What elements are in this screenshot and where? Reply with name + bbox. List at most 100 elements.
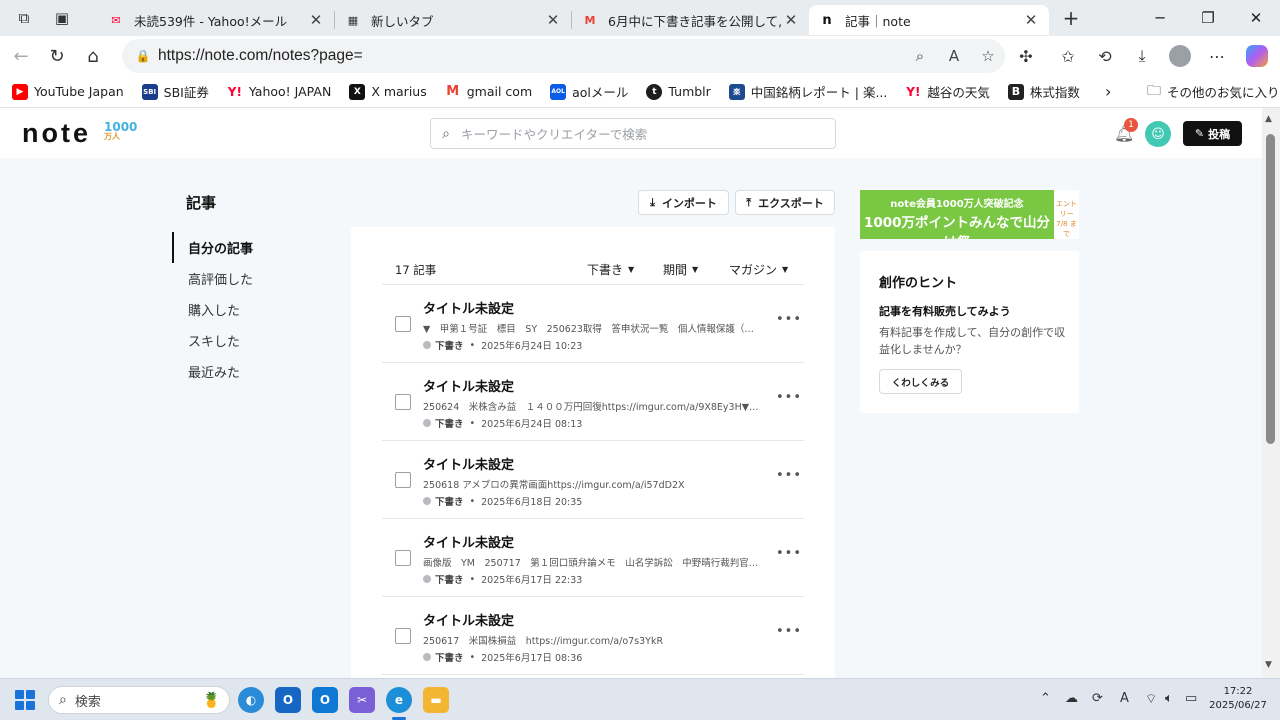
- back-icon[interactable]: ←: [3, 38, 39, 74]
- select-checkbox[interactable]: [395, 394, 411, 410]
- article-title[interactable]: タイトル未設定: [423, 376, 514, 395]
- bookmark-tumblr[interactable]: t Tumblr: [637, 83, 719, 100]
- side-item-recent[interactable]: 最近みた: [172, 356, 342, 387]
- bookmark-youtube[interactable]: ▶ YouTube Japan: [3, 83, 133, 100]
- user-avatar[interactable]: ☺: [1145, 121, 1171, 147]
- taskbar-search[interactable]: ⌕ 検索 🍍: [48, 686, 230, 714]
- tab-new-tab[interactable]: ▦ 新しいタブ ✕: [335, 5, 571, 35]
- workspaces-icon[interactable]: ⧉: [8, 2, 40, 34]
- more-icon[interactable]: •••: [776, 468, 802, 483]
- close-tab-icon[interactable]: ✕: [783, 11, 799, 29]
- scrollbar-thumb[interactable]: [1266, 134, 1275, 444]
- page-scrollbar[interactable]: ▲ ▼: [1262, 108, 1280, 678]
- article-title[interactable]: タイトル未設定: [423, 454, 514, 473]
- side-item-purchased[interactable]: 購入した: [172, 294, 342, 325]
- bookmark-index[interactable]: B 株式指数: [999, 82, 1089, 101]
- url-text[interactable]: https://note.com/notes?page=: [158, 47, 903, 65]
- settings-more-icon[interactable]: ⋯: [1198, 36, 1236, 76]
- period-filter-dropdown[interactable]: 期間 ▼: [663, 261, 698, 278]
- tab-yahoo-mail[interactable]: ✉ 未読539件 - Yahoo!メール ✕: [98, 5, 334, 35]
- outlook-classic-icon[interactable]: O: [275, 687, 301, 713]
- ime-icon[interactable]: A: [1120, 691, 1129, 706]
- bookmark-aol[interactable]: AOL aolメール: [541, 82, 637, 101]
- read-aloud-icon[interactable]: A: [937, 47, 971, 65]
- side-item-my-articles[interactable]: 自分の記事: [172, 232, 342, 263]
- list-item[interactable]: タイトル未設定 250624 米株含み益 １４００万円回復https://img…: [382, 363, 804, 441]
- bookmark-x[interactable]: X X marius: [340, 83, 435, 100]
- list-item[interactable]: タイトル未設定 250617 米国株損益 https://imgur.com/a…: [382, 597, 804, 675]
- side-item-liked[interactable]: スキした: [172, 325, 342, 356]
- home-icon[interactable]: ⌂: [75, 38, 111, 74]
- select-checkbox[interactable]: [395, 628, 411, 644]
- window-close-icon[interactable]: ✕: [1232, 0, 1280, 36]
- more-icon[interactable]: •••: [776, 390, 802, 405]
- list-item[interactable]: タイトル未設定 画像版 YM 250717 第１回口頭弁論メモ 山名学訴訟 中野…: [382, 519, 804, 597]
- status-filter-dropdown[interactable]: 下書き ▼: [587, 261, 634, 278]
- post-button[interactable]: ✎ 投稿: [1183, 121, 1242, 146]
- tab-gmail[interactable]: M 6月中に下書き記事を公開して, す ✕: [572, 5, 809, 35]
- article-title[interactable]: タイトル未設定: [423, 610, 514, 629]
- minimize-icon[interactable]: ─: [1136, 0, 1184, 36]
- copilot-icon[interactable]: [1238, 36, 1276, 76]
- onedrive-icon[interactable]: ☁: [1065, 691, 1078, 706]
- article-title[interactable]: タイトル未設定: [423, 298, 514, 317]
- article-title[interactable]: タイトル未設定: [423, 532, 514, 551]
- sync-icon[interactable]: ⟳: [1092, 691, 1103, 706]
- side-item-rated[interactable]: 高評価した: [172, 263, 342, 294]
- close-tab-icon[interactable]: ✕: [308, 11, 324, 29]
- windows-start-icon[interactable]: [15, 690, 35, 710]
- file-explorer-icon[interactable]: ▬: [423, 687, 449, 713]
- tab-note[interactable]: n 記事｜note ✕: [809, 5, 1049, 35]
- close-tab-icon[interactable]: ✕: [545, 11, 561, 29]
- history-icon[interactable]: ⟲: [1086, 36, 1124, 76]
- select-checkbox[interactable]: [395, 316, 411, 332]
- snipping-tool-icon[interactable]: ✂: [349, 687, 375, 713]
- outlook-icon[interactable]: O: [312, 687, 338, 713]
- bookmark-weather[interactable]: Y! 越谷の天気: [896, 82, 999, 101]
- other-favorites-folder[interactable]: 🗀 その他のお気に入り: [1138, 80, 1280, 104]
- other-favorites-label: その他のお気に入り: [1167, 85, 1280, 100]
- bookmark-yahoo[interactable]: Y! Yahoo! JAPAN: [218, 84, 340, 100]
- url-field[interactable]: 🔒 https://note.com/notes?page= ⌕ A ☆: [122, 39, 1005, 73]
- campaign-banner[interactable]: note会員1000万人突破記念 1000万ポイントみんなで山分け祭 エントリー…: [860, 190, 1079, 239]
- more-icon[interactable]: •••: [776, 312, 802, 327]
- edge-icon[interactable]: e: [386, 687, 412, 713]
- chevron-right-icon[interactable]: ›: [1096, 82, 1120, 101]
- more-icon[interactable]: •••: [776, 546, 802, 561]
- select-checkbox[interactable]: [395, 472, 411, 488]
- article-status: 下書き: [435, 653, 464, 664]
- favorite-star-icon[interactable]: ☆: [971, 47, 1005, 65]
- weather-widget-icon[interactable]: ◐: [238, 687, 264, 713]
- wifi-icon[interactable]: ⌔: [1145, 691, 1157, 707]
- taskbar-clock[interactable]: 17:22 2025/06/27: [1208, 685, 1268, 713]
- bookmark-gmail[interactable]: Mgmail com: [436, 84, 541, 100]
- search-input[interactable]: ⌕ キーワードやクリエイターで検索: [430, 118, 836, 149]
- vertical-tabs-icon[interactable]: ▣: [46, 2, 78, 34]
- extensions-icon[interactable]: ✣: [1007, 36, 1045, 76]
- restore-icon[interactable]: ❐: [1184, 0, 1232, 36]
- favorites-icon[interactable]: ✩: [1049, 36, 1087, 76]
- close-tab-icon[interactable]: ✕: [1023, 11, 1039, 29]
- battery-icon[interactable]: ▭: [1185, 691, 1197, 706]
- bookmark-sbi[interactable]: SBI SBI証券: [133, 82, 218, 101]
- more-icon[interactable]: •••: [776, 624, 802, 639]
- list-item[interactable]: タイトル未設定 250618 アメブロの異常画面https://imgur.co…: [382, 441, 804, 519]
- list-item[interactable]: タイトル未設定 ▼ 甲第１号証 標目 SY 250623取得 答申状況一覧 個人…: [382, 285, 804, 363]
- import-button[interactable]: ⤓ インポート: [638, 190, 729, 215]
- site-info-icon[interactable]: 🔒: [128, 49, 158, 63]
- zoom-icon[interactable]: ⌕: [903, 47, 937, 65]
- refresh-icon[interactable]: ↻: [39, 38, 75, 74]
- scroll-up-icon[interactable]: ▲: [1265, 114, 1272, 124]
- magazine-filter-dropdown[interactable]: マガジン ▼: [729, 261, 788, 278]
- export-button[interactable]: ⤒ エクスポート: [735, 190, 835, 215]
- bookmark-china-report[interactable]: 楽中国銘柄レポート | 楽...: [720, 82, 897, 101]
- new-tab-plus-icon[interactable]: +: [1055, 2, 1087, 34]
- note-logo[interactable]: note: [22, 118, 91, 149]
- scroll-down-icon[interactable]: ▼: [1265, 660, 1272, 670]
- volume-icon[interactable]: 🔈︎: [1165, 691, 1173, 706]
- downloads-icon[interactable]: ⤓: [1123, 36, 1161, 76]
- select-checkbox[interactable]: [395, 550, 411, 566]
- chevron-up-icon[interactable]: ⌃: [1040, 691, 1051, 706]
- profile-avatar[interactable]: [1161, 36, 1199, 76]
- learn-more-button[interactable]: くわしくみる: [879, 369, 962, 394]
